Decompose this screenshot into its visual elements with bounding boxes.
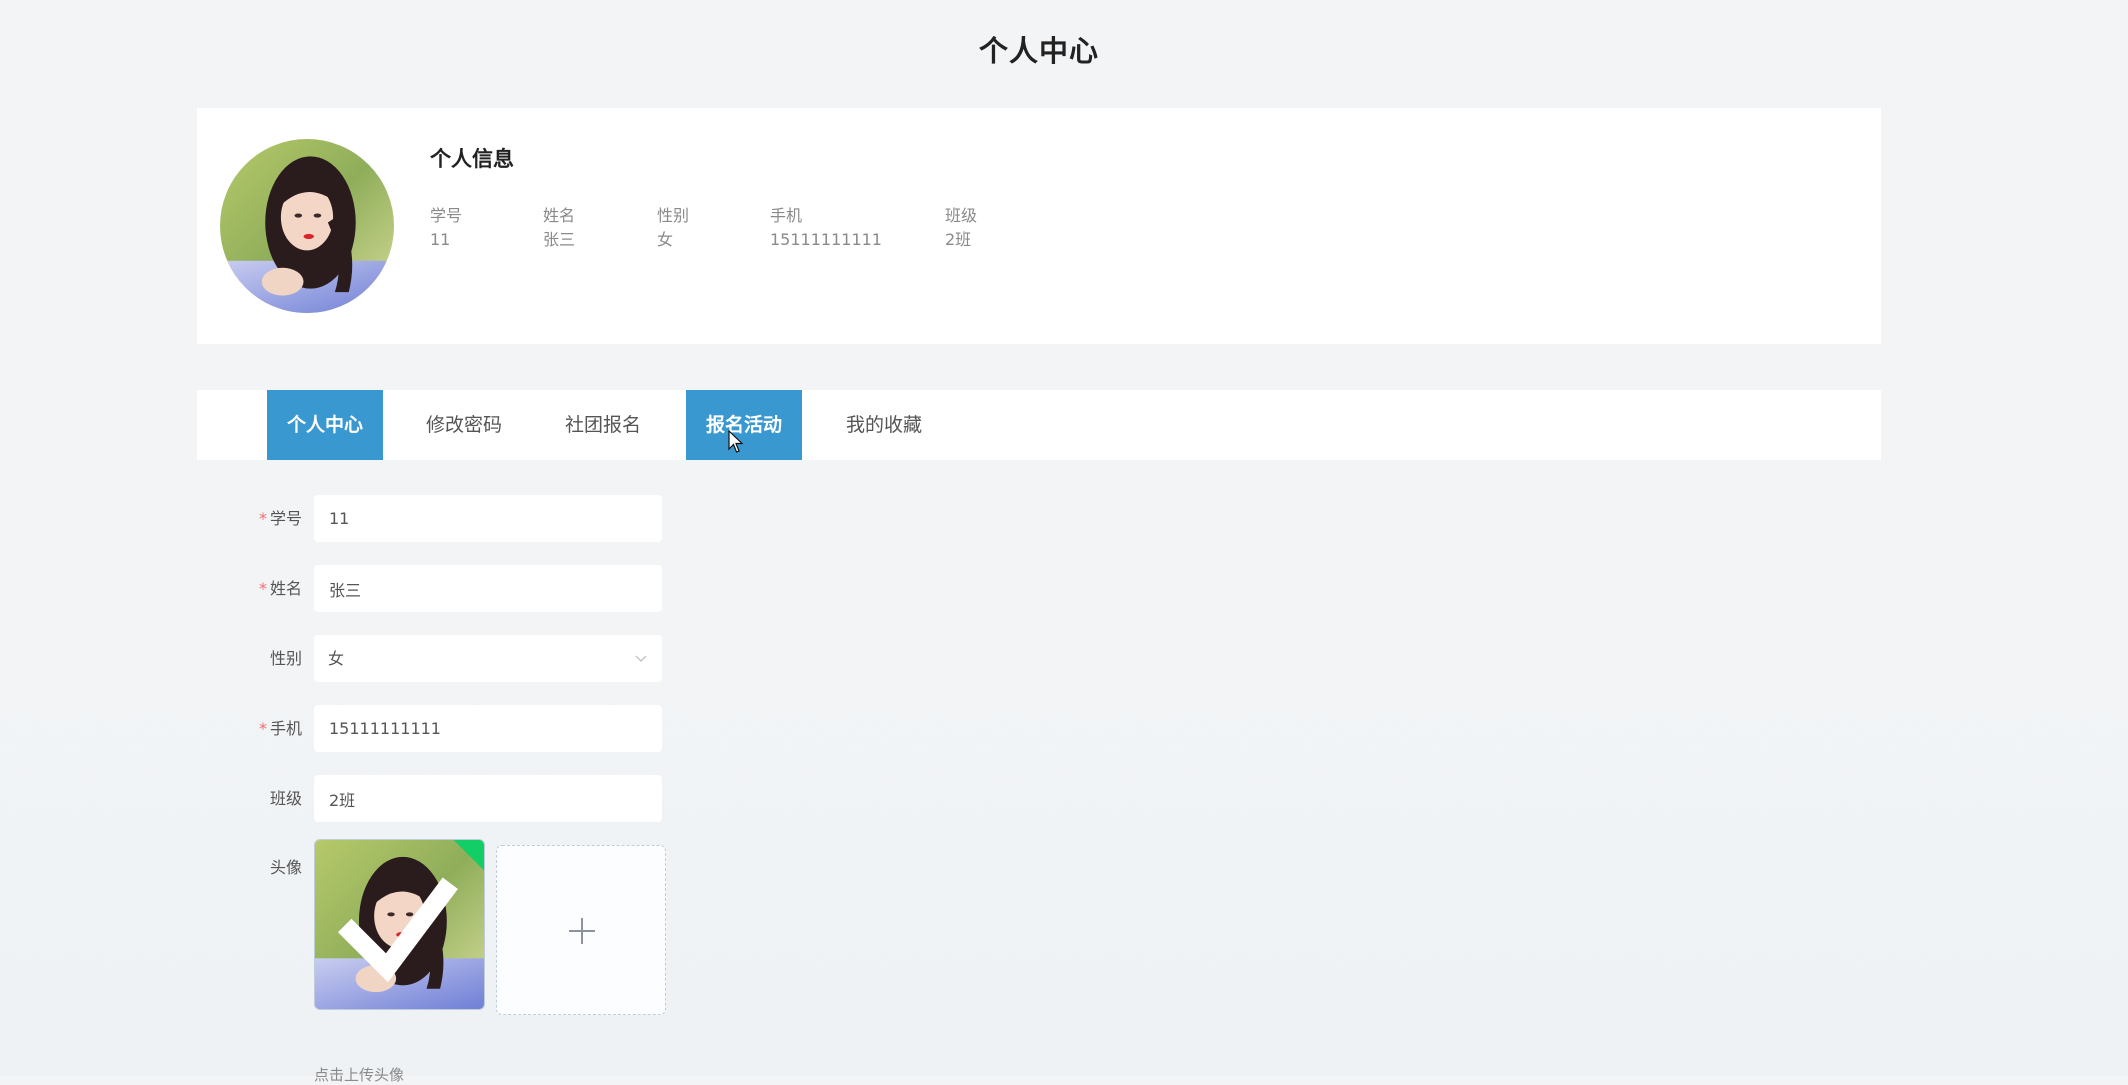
class-label: 班级: [230, 775, 302, 822]
page-title: 个人中心: [978, 34, 1099, 68]
info-name: 姓名 张三: [543, 204, 575, 252]
profile-card: 个人信息 学号 11 姓名 张三 性别 女 手机 15111111111 班级 …: [197, 108, 1881, 344]
name-input[interactable]: [314, 565, 662, 612]
class-label-text: 班级: [269, 789, 302, 808]
info-label: 姓名: [543, 206, 576, 225]
gender-select[interactable]: 女: [314, 635, 662, 682]
gender-label-text: 性别: [269, 649, 302, 668]
info-value: 15111111111: [770, 230, 882, 249]
tab-change-password[interactable]: 修改密码: [405, 390, 523, 460]
gender-label: 性别: [230, 635, 302, 682]
info-label: 学号: [430, 206, 463, 225]
tab-personal-center[interactable]: 个人中心: [267, 390, 383, 460]
info-value: 11: [430, 230, 451, 249]
info-gender: 性别 女: [657, 204, 689, 252]
student-id-label: * 学号: [230, 495, 302, 542]
info-label: 班级: [945, 206, 978, 225]
phone-label: * 手机: [230, 705, 302, 752]
upload-tip: 点击上传头像: [314, 1066, 405, 1084]
profile-avatar: [220, 139, 394, 313]
info-value: 2班: [945, 230, 972, 249]
info-label: 手机: [770, 206, 803, 225]
info-value: 张三: [543, 230, 576, 249]
name-label: * 姓名: [230, 565, 302, 612]
avatar-label: 头像: [230, 844, 302, 891]
required-mark: *: [258, 719, 267, 738]
profile-heading: 个人信息: [430, 147, 514, 171]
mouse-cursor-icon: [728, 430, 744, 453]
avatar-label-text: 头像: [269, 858, 302, 877]
plus-icon: [569, 918, 595, 944]
name-label-text: 姓名: [269, 579, 302, 598]
gender-selected-value: 女: [328, 649, 345, 668]
info-student-id: 学号 11: [430, 204, 462, 252]
phone-label-text: 手机: [269, 719, 302, 738]
info-phone: 手机 15111111111: [770, 204, 882, 252]
upload-avatar-button[interactable]: [496, 845, 666, 1015]
required-mark: *: [258, 579, 267, 598]
class-input[interactable]: [314, 775, 662, 822]
tab-bar: 个人中心 修改密码 社团报名 报名活动 我的收藏: [197, 390, 1881, 460]
uploaded-avatar-thumbnail[interactable]: [314, 839, 485, 1010]
student-id-input[interactable]: [314, 495, 662, 542]
chevron-down-icon: [635, 655, 647, 662]
student-id-label-text: 学号: [269, 509, 302, 528]
check-icon: [337, 877, 458, 983]
phone-input[interactable]: [314, 705, 662, 752]
required-mark: *: [258, 509, 267, 528]
info-value: 女: [657, 230, 674, 249]
info-label: 性别: [657, 206, 690, 225]
tab-my-favorites[interactable]: 我的收藏: [825, 390, 943, 460]
tab-club-signup[interactable]: 社团报名: [545, 390, 661, 460]
tab-activity-signup[interactable]: 报名活动: [686, 390, 802, 460]
info-class: 班级 2班: [945, 204, 977, 252]
